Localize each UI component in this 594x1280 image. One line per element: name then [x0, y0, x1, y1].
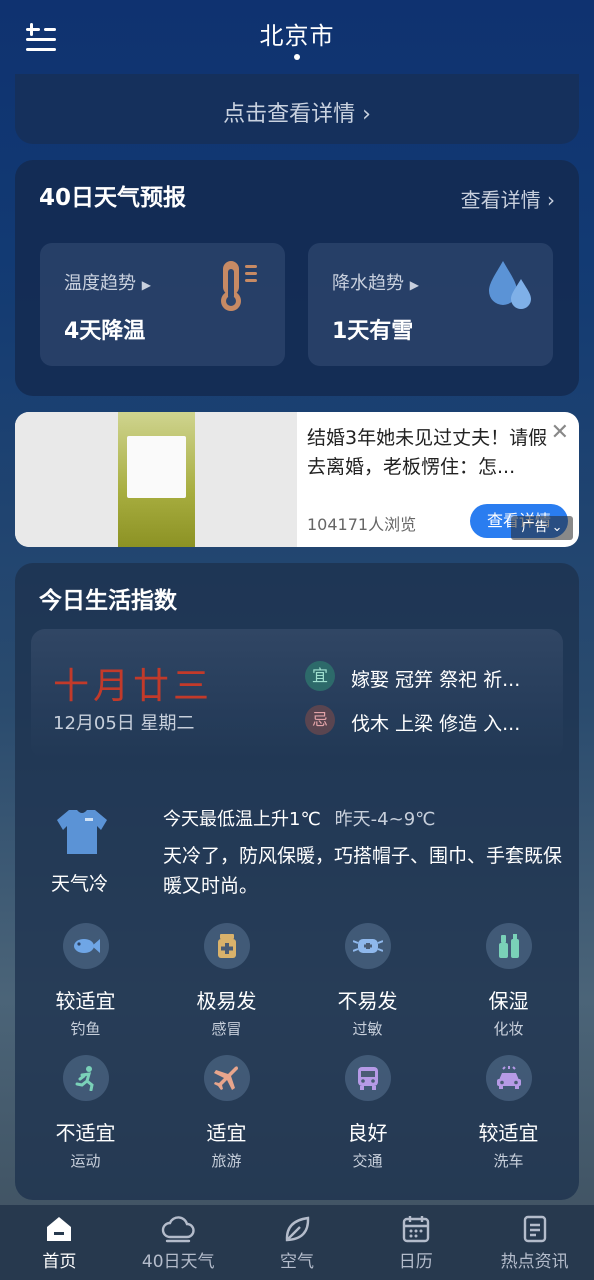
index-travel[interactable]: 适宜 旅游 — [156, 1055, 297, 1171]
ad-title[interactable]: 结婚3年她未见过丈夫！请假去离婚，老板愣住：怎... — [307, 424, 557, 482]
airplane-icon — [203, 1055, 250, 1101]
city-title[interactable]: 北京市 — [0, 16, 594, 51]
nav-home[interactable]: 首页 — [0, 1205, 119, 1280]
ad-badge: 广告 ⌄ — [511, 516, 573, 540]
ad-views: 104171人浏览 — [307, 515, 417, 534]
medicine-icon — [203, 923, 250, 969]
index-value: 不易发 — [337, 989, 398, 1013]
life-index-card: 今日生活指数 十月廿三 12月05日 星期二 宜 嫁娶 冠笄 祭祀 祈... 忌… — [15, 563, 579, 1200]
home-icon — [47, 1217, 72, 1241]
forecast-more-link[interactable]: 查看详情 › — [461, 184, 555, 213]
detail-link[interactable]: 点击查看详情 › — [15, 96, 579, 128]
thermometer-icon — [221, 261, 257, 311]
index-name: 旅游 — [211, 1152, 242, 1170]
solar-date: 12月05日 星期二 — [53, 713, 195, 734]
news-icon — [523, 1215, 546, 1243]
ad-image — [118, 412, 195, 547]
temperature-change-text: 今天最低温上升1℃ — [163, 809, 321, 830]
bottom-nav: 首页 40日天气 空气 日历 热点资讯 — [0, 1205, 594, 1280]
lunar-date: 十月廿三 — [53, 666, 214, 707]
forecast-card: 40日天气预报 查看详情 › 温度趋势 ▶ 4天降温 降水趋势 ▶ 1天有雪 — [15, 160, 579, 396]
precipitation-trend-label: 降水趋势 ▶ — [332, 273, 419, 294]
ji-text: 伐木 上梁 修造 入... — [351, 713, 521, 735]
index-allergy[interactable]: 不易发 过敏 — [297, 923, 438, 1039]
nav-home-label: 首页 — [42, 1252, 77, 1272]
index-name: 交通 — [352, 1152, 383, 1170]
index-fishing[interactable]: 较适宜 钓鱼 — [15, 923, 156, 1039]
chevron-right-icon: › — [547, 188, 555, 212]
temperature-trend-value: 4天降温 — [64, 319, 146, 344]
nav-40day[interactable]: 40日天气 — [119, 1205, 238, 1280]
index-value: 极易发 — [196, 989, 257, 1013]
nav-news[interactable]: 热点资讯 — [475, 1205, 594, 1280]
cosmetics-icon — [485, 923, 532, 969]
forecast-more-text: 查看详情 — [460, 188, 541, 212]
running-icon — [62, 1055, 109, 1101]
weather-detail-banner[interactable]: 点击查看详情 › — [15, 74, 579, 144]
index-value: 良好 — [347, 1121, 388, 1145]
index-name: 运动 — [70, 1152, 101, 1170]
index-carwash[interactable]: 较适宜 洗车 — [438, 1055, 579, 1171]
index-makeup[interactable]: 保湿 化妆 — [438, 923, 579, 1039]
close-icon[interactable]: ✕ — [551, 420, 569, 445]
clothing-advice: 天冷了，防风保暖，巧搭帽子、围巾、手套既保暖又时尚。 — [163, 845, 563, 897]
index-cold[interactable]: 极易发 感冒 — [156, 923, 297, 1039]
nav-calendar-label: 日历 — [398, 1252, 433, 1272]
nav-calendar[interactable]: 日历 — [356, 1205, 475, 1280]
index-name: 感冒 — [211, 1020, 242, 1038]
temperature-trend-label: 温度趋势 ▶ — [64, 273, 151, 294]
precipitation-trend-value: 1天有雪 — [332, 319, 414, 344]
nav-40day-label: 40日天气 — [141, 1252, 215, 1272]
yi-badge: 宜 — [305, 661, 335, 691]
forecast-title: 40日天气预报 — [39, 185, 187, 211]
raindrops-icon — [489, 261, 531, 309]
index-sport[interactable]: 不适宜 运动 — [15, 1055, 156, 1171]
bus-icon — [344, 1055, 391, 1101]
ad-card[interactable]: 结婚3年她未见过丈夫！请假去离婚，老板愣住：怎... 104171人浏览 ✕ 查… — [15, 412, 579, 547]
clothing-label: 天气冷 — [51, 873, 109, 895]
calendar-icon — [402, 1216, 429, 1243]
nav-news-label: 热点资讯 — [500, 1252, 569, 1272]
index-value: 适宜 — [206, 1121, 247, 1145]
index-name: 钓鱼 — [70, 1020, 101, 1038]
page-indicator — [294, 54, 300, 60]
precipitation-trend[interactable]: 降水趋势 ▶ 1天有雪 — [308, 243, 553, 366]
ad-image-area — [15, 412, 297, 547]
index-value: 较适宜 — [55, 989, 116, 1013]
top-bar: 北京市 — [0, 0, 594, 74]
temperature-trend[interactable]: 温度趋势 ▶ 4天降温 — [40, 243, 285, 366]
index-value: 不适宜 — [55, 1121, 116, 1145]
car-wash-icon — [485, 1055, 532, 1101]
triangle-right-icon: ▶ — [141, 278, 151, 292]
index-name: 化妆 — [493, 1020, 524, 1038]
ad-image-photo — [127, 436, 186, 498]
index-value: 较适宜 — [478, 1121, 539, 1145]
leaf-icon — [285, 1216, 310, 1242]
index-traffic[interactable]: 良好 交通 — [297, 1055, 438, 1171]
almanac-panel[interactable]: 十月廿三 12月05日 星期二 宜 嫁娶 冠笄 祭祀 祈... 忌 伐木 上梁 … — [31, 629, 563, 759]
yesterday-temperature: 昨天-4~9℃ — [334, 809, 436, 830]
nav-air[interactable]: 空气 — [238, 1205, 357, 1280]
index-name: 过敏 — [352, 1020, 383, 1038]
index-value: 保湿 — [488, 989, 529, 1013]
nav-air-label: 空气 — [279, 1252, 314, 1272]
mask-icon — [344, 923, 391, 969]
cloud-icon — [162, 1216, 195, 1243]
yi-text: 嫁娶 冠笄 祭祀 祈... — [351, 669, 521, 691]
chevron-right-icon: › — [362, 102, 371, 127]
triangle-right-icon: ▶ — [409, 278, 419, 292]
shirt-icon — [57, 810, 107, 854]
ji-badge: 忌 — [305, 705, 335, 735]
fish-icon — [62, 923, 109, 969]
life-index-title: 今日生活指数 — [39, 588, 177, 614]
detail-link-text: 点击查看详情 — [223, 102, 356, 127]
index-name: 洗车 — [493, 1152, 524, 1170]
temperature-change: 今天最低温上升1℃ 昨天-4~9℃ — [163, 805, 435, 831]
